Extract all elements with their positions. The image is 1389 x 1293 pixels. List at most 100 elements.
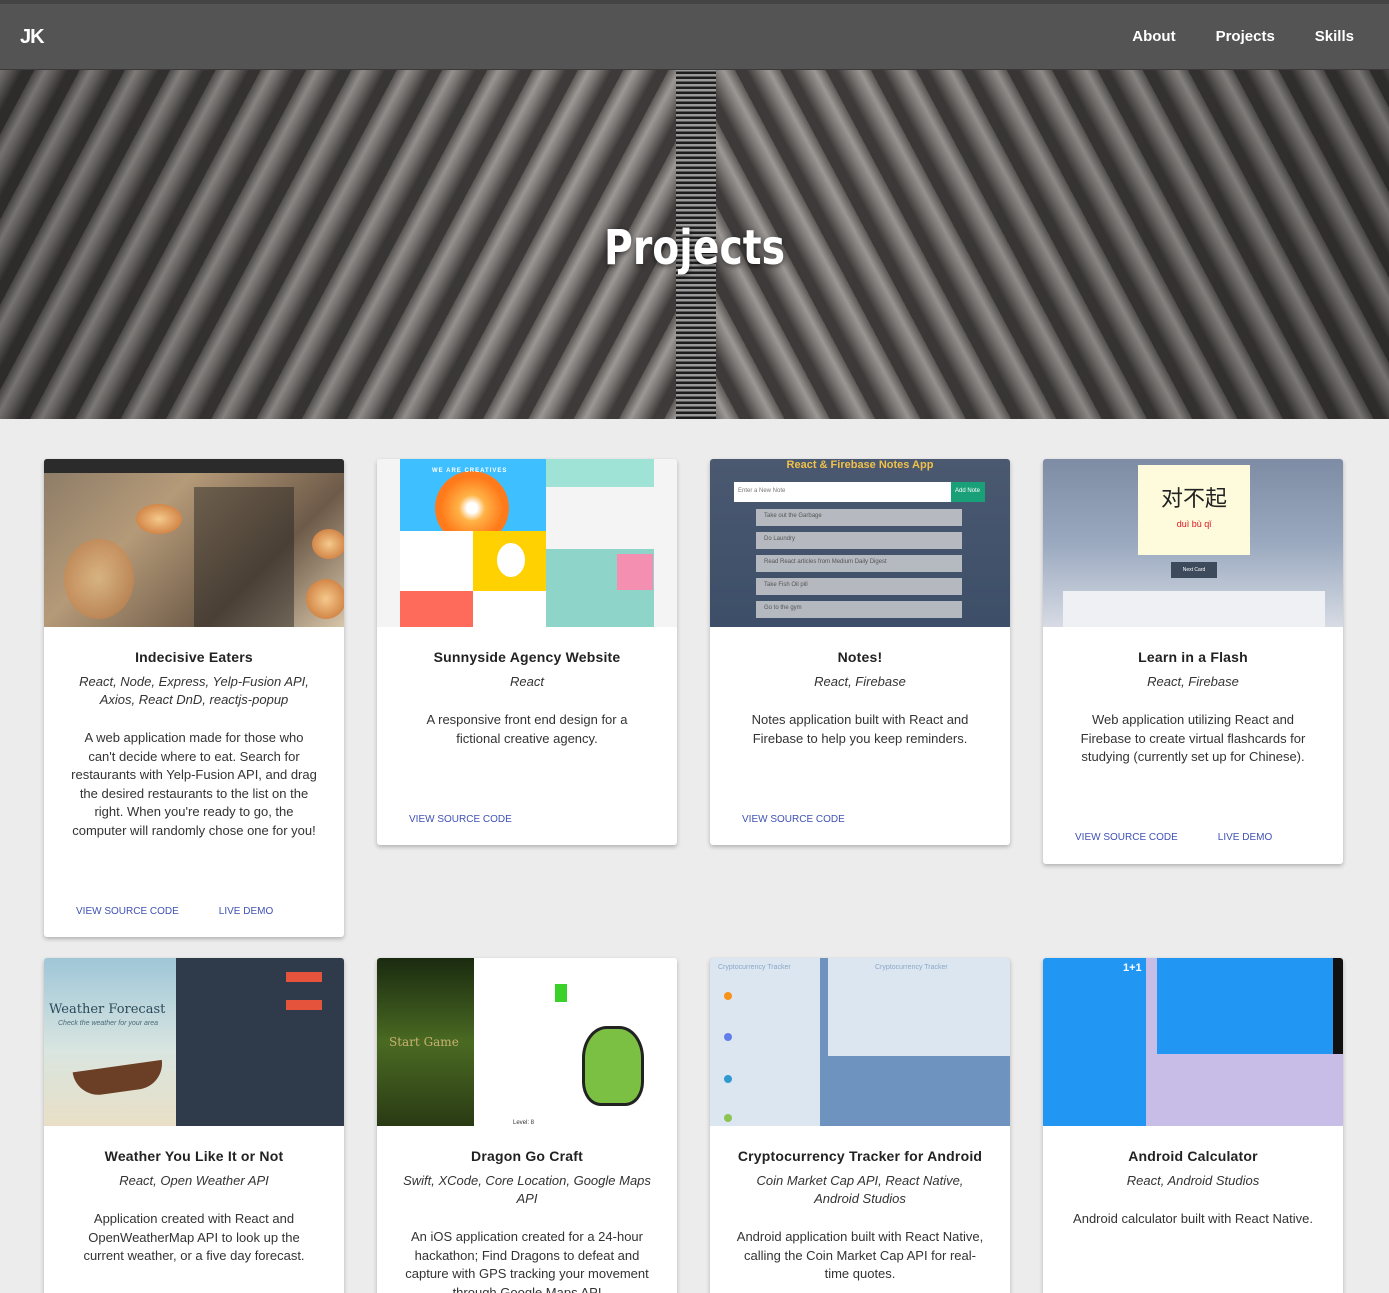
project-tech: Coin Market Cap API, React Native, Andro… [756,1173,964,1206]
project-description: Android application built with React Nat… [736,1229,984,1281]
thumb-form [1063,591,1325,627]
thumb-button [286,972,322,982]
project-card-indecisive-eaters: Indecisive Eaters React, Node, Express, … [44,459,344,937]
thumbnail-toolbar [44,459,344,473]
project-tech: Swift, XCode, Core Location, Google Maps… [403,1173,651,1206]
project-title: Sunnyside Agency Website [433,649,621,665]
thumb-gem [555,984,567,1002]
project-description: Web application utilizing React and Fire… [1080,712,1306,764]
ripple-icon [724,1075,732,1083]
dragon-image [582,1026,644,1106]
project-thumbnail: 对不起 duì bù qǐ Next Card [1043,459,1343,627]
food-image [136,504,182,534]
thumb-level: Level: 8 [513,1120,535,1126]
project-card-sunnyside: WE ARE CREATIVES Sunnyside Agency Websit… [377,459,677,845]
thumb-label: WE ARE CREATIVES [432,468,508,474]
thumb-weather-title: Weather Forecast [49,1002,166,1017]
thumb-note: Read React articles from Medium Daily Di… [756,555,962,572]
flashcard-hanzi: 对不起 [1160,487,1227,512]
project-description: Application created with React and OpenW… [83,1211,305,1263]
view-source-link[interactable]: View Source Code [1075,832,1178,843]
bitcoin-cash-icon [724,1114,732,1122]
project-tech: React, Open Weather API [119,1173,269,1188]
nav-link-about[interactable]: About [1132,28,1175,45]
project-description: An iOS application created for a 24-hour… [405,1229,649,1293]
nav-link-projects[interactable]: Projects [1216,28,1275,45]
project-thumbnail: Start Game Level: 8 [377,958,677,1126]
view-source-link[interactable]: View Source Code [742,814,845,825]
hero-banner: Projects [0,70,1389,419]
thumb-phone-right [828,958,1010,1056]
project-description: Notes application built with React and F… [751,712,969,746]
thumb-flashcard: 对不起 duì bù qǐ [1138,465,1250,555]
project-title: Indecisive Eaters [135,649,253,665]
project-card-crypto-tracker: Cryptocurrency Tracker Cryptocurrency Tr… [710,958,1010,1293]
project-title: Cryptocurrency Tracker for Android [737,1148,983,1164]
thumb-button [286,1000,322,1010]
project-description: A web application made for those who can… [71,730,317,838]
project-thumbnail: WE ARE CREATIVES [377,459,677,627]
project-card-weather: Weather Forecast Check the weather for y… [44,958,344,1293]
project-thumbnail: 1+1 [1043,958,1343,1126]
thumb-block [473,591,546,627]
view-source-link[interactable]: View Source Code [409,814,512,825]
thumb-header: React & Firebase Notes App [786,459,934,471]
card-actions: View Source Code Live Demo [1075,832,1272,843]
project-tech: React, Android Studios [1126,1173,1260,1188]
card-actions: View Source Code [742,814,845,825]
nav-link-skills[interactable]: Skills [1315,28,1354,45]
project-title: Weather You Like It or Not [104,1148,284,1164]
thumb-add-button: Add Note [951,482,985,502]
ethereum-icon [724,1033,732,1041]
project-description: Android calculator built with React Nati… [1073,1211,1313,1226]
thumb-phone-left [710,958,820,1126]
project-title: Dragon Go Craft [471,1148,583,1164]
project-tech: React [510,674,544,689]
boat-image [72,1059,166,1099]
thumb-start-game: Start Game [389,1035,459,1049]
live-demo-link[interactable]: Live Demo [219,906,273,917]
thumb-crypto-title: Cryptocurrency Tracker [718,964,791,971]
food-image [312,529,344,559]
thumb-crypto-title-2: Cryptocurrency Tracker [875,964,948,971]
thumb-weather-sub: Check the weather for your area [58,1020,158,1027]
thumb-forecast-panel [176,958,344,1126]
project-description: A responsive front end design for a fict… [426,712,628,746]
food-image [64,539,134,619]
egg-image [497,543,525,577]
project-thumbnail: Weather Forecast Check the weather for y… [44,958,344,1126]
thumb-note-input: Enter a New Note [734,482,951,502]
project-title: Notes! [837,649,883,665]
thumb-next-card-button: Next Card [1171,562,1217,578]
project-card-dragon-go-craft: Start Game Level: 8 Dragon Go Craft Swif… [377,958,677,1293]
thumb-note: Do Laundry [756,532,962,549]
project-card-notes: React & Firebase Notes App Enter a New N… [710,459,1010,845]
food-image [306,579,344,619]
logo[interactable]: JK [20,26,45,49]
project-title: Android Calculator [1128,1148,1258,1164]
project-title: Learn in a Flash [1138,649,1248,665]
thumb-calc-landscape [1157,958,1333,1054]
page-title: Projects [603,220,786,276]
project-card-learn-in-a-flash: 对不起 duì bù qǐ Next Card Learn in a Flash… [1043,459,1343,864]
project-tech: React, Firebase [1147,674,1239,689]
project-thumbnail: React & Firebase Notes App Enter a New N… [710,459,1010,627]
bitcoin-icon [724,992,732,1000]
view-source-link[interactable]: View Source Code [76,906,179,917]
project-thumbnail: Cryptocurrency Tracker Cryptocurrency Tr… [710,958,1010,1126]
thumb-note: Take Fish Oil pill [756,578,962,595]
thumb-block [617,554,653,590]
live-demo-link[interactable]: Live Demo [1218,832,1272,843]
flashcard-pinyin: duì bù qǐ [1176,519,1212,529]
project-tech: React, Node, Express, Yelp-Fusion API, A… [79,674,309,707]
thumb-nav-bar [1333,958,1343,1054]
nav-links: About Projects Skills [1132,28,1354,45]
navbar: JK About Projects Skills [0,4,1389,70]
project-card-android-calculator: 1+1 Android Calculator React, Android St… [1043,958,1343,1293]
thumb-block [400,531,473,591]
card-actions: View Source Code [409,814,512,825]
thumb-calc-display: 1+1 [1123,962,1142,974]
thumb-note: Take out the Garbage [756,509,962,526]
project-tech: React, Firebase [814,674,906,689]
thumbnail-list-panel [194,487,294,627]
